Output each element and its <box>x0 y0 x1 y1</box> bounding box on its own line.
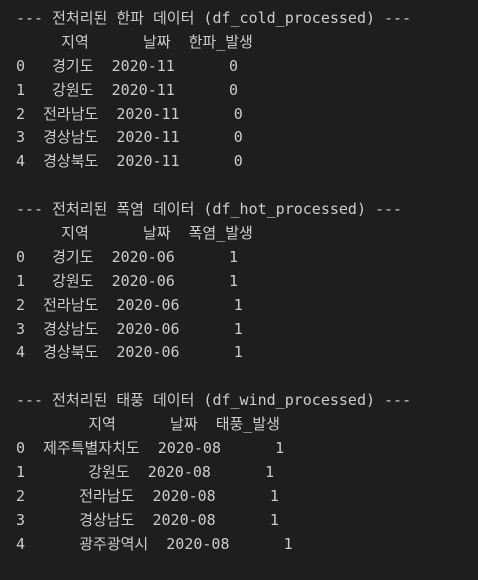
output-line: 2 전라남도 2020-06 1 <box>16 295 243 314</box>
output-line: 4 경상북도 2020-11 0 <box>16 152 243 171</box>
output-line: 지역 날짜 한파_발생 <box>16 32 253 51</box>
terminal-output: --- 전처리된 한파 데이터 (df_cold_processed) --- … <box>0 0 478 573</box>
output-line: 2 전라남도 2020-11 0 <box>16 104 243 123</box>
output-line: 3 경상남도 2020-06 1 <box>16 319 243 338</box>
output-line: 1 강원도 2020-11 0 <box>16 80 239 99</box>
output-line: 지역 날짜 태풍_발생 <box>16 415 280 434</box>
output-line: 0 경기도 2020-06 1 <box>16 247 239 266</box>
output-line: 1 강원도 2020-06 1 <box>16 271 239 290</box>
output-line: 1 강원도 2020-08 1 <box>16 462 275 481</box>
output-line: 0 제주특별자치도 2020-08 1 <box>16 439 285 458</box>
output-line: 0 경기도 2020-11 0 <box>16 56 239 75</box>
output-line: --- 전처리된 태풍 데이터 (df_wind_processed) --- <box>16 391 412 410</box>
output-line: 지역 날짜 폭염_발생 <box>16 224 253 243</box>
output-line: 4 광주광역시 2020-08 1 <box>16 534 293 553</box>
output-line: 3 경상남도 2020-11 0 <box>16 128 243 147</box>
output-line: 4 경상북도 2020-06 1 <box>16 343 243 362</box>
output-line: --- 전처리된 폭염 데이터 (df_hot_processed) --- <box>16 200 403 219</box>
output-line: --- 전처리된 한파 데이터 (df_cold_processed) --- <box>16 9 412 27</box>
output-line: 2 전라남도 2020-08 1 <box>16 486 279 505</box>
output-line: 3 경상남도 2020-08 1 <box>16 510 279 529</box>
